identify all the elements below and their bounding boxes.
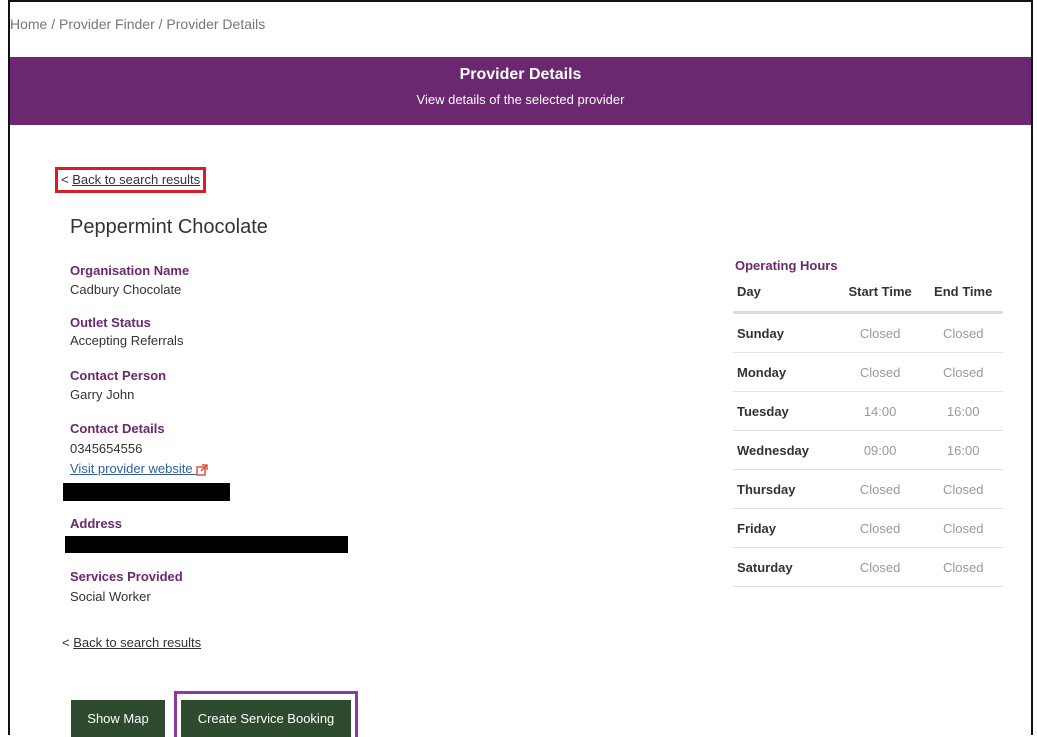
table-row: Sunday Closed Closed [733, 312, 1003, 353]
end-time-cell: Closed [923, 312, 1003, 353]
organisation-name-label: Organisation Name [70, 263, 190, 278]
day-cell: Sunday [733, 312, 837, 353]
redacted-address [65, 536, 348, 553]
breadcrumb-home[interactable]: Home [10, 16, 47, 32]
start-time-cell: 09:00 [836, 430, 924, 470]
contact-person-value: Garry John [70, 387, 135, 402]
visit-website-link[interactable]: Visit provider website [70, 461, 208, 476]
end-time-cell: 16:00 [923, 391, 1003, 431]
redacted-email [63, 483, 230, 501]
address-label: Address [70, 516, 123, 531]
operating-hours-table: Day Start Time End Time Sunday Closed Cl… [733, 276, 1003, 587]
breadcrumb-current: Provider Details [166, 16, 266, 32]
back-to-results-link-top[interactable]: < Back to search results [55, 167, 207, 193]
services-provided-value: Social Worker [70, 589, 151, 604]
table-row: Monday Closed Closed [733, 352, 1003, 392]
show-map-button[interactable]: Show Map [71, 700, 165, 737]
table-row: Friday Closed Closed [733, 508, 1003, 548]
day-cell: Friday [733, 508, 837, 548]
page-subtitle: View details of the selected provider [416, 92, 625, 107]
back-chevron: < [62, 635, 70, 650]
column-header-end-time: End Time [923, 276, 1003, 314]
create-service-booking-button[interactable]: Create Service Booking [181, 700, 351, 737]
page-title: Provider Details [459, 66, 582, 83]
day-cell: Tuesday [733, 391, 837, 431]
services-provided-label: Services Provided [70, 569, 183, 584]
contact-details-label: Contact Details [70, 421, 165, 436]
end-time-cell: 16:00 [923, 430, 1003, 470]
table-row: Saturday Closed Closed [733, 547, 1003, 587]
end-time-cell: Closed [923, 352, 1003, 392]
contact-phone: 0345654556 [70, 441, 143, 456]
start-time-cell: Closed [836, 352, 924, 392]
end-time-cell: Closed [923, 469, 1003, 509]
day-cell: Thursday [733, 469, 837, 509]
start-time-cell: Closed [836, 547, 924, 587]
back-to-results-label[interactable]: Back to search results [73, 635, 201, 650]
outlet-status-label: Outlet Status [70, 315, 151, 330]
breadcrumb: Home / Provider Finder / Provider Detail… [10, 16, 265, 32]
table-header-row: Day Start Time End Time [733, 276, 1003, 314]
end-time-cell: Closed [923, 508, 1003, 548]
contact-person-label: Contact Person [70, 368, 167, 383]
operating-hours-title: Operating Hours [735, 258, 838, 273]
back-chevron: < [61, 172, 69, 187]
external-link-icon [196, 463, 208, 476]
provider-name: Peppermint Chocolate [70, 216, 268, 238]
start-time-cell: 14:00 [836, 391, 924, 431]
end-time-cell: Closed [923, 547, 1003, 587]
table-row: Tuesday 14:00 16:00 [733, 391, 1003, 431]
breadcrumb-separator: / [51, 16, 56, 32]
table-row: Wednesday 09:00 16:00 [733, 430, 1003, 470]
column-header-day: Day [733, 276, 837, 314]
organisation-name-value: Cadbury Chocolate [70, 282, 182, 297]
day-cell: Wednesday [733, 430, 837, 470]
day-cell: Monday [733, 352, 837, 392]
page-header-banner: Provider Details View details of the sel… [10, 57, 1031, 125]
back-to-results-label[interactable]: Back to search results [72, 172, 200, 187]
breadcrumb-provider-finder[interactable]: Provider Finder [59, 16, 155, 32]
start-time-cell: Closed [836, 312, 924, 353]
visit-website-label: Visit provider website [70, 461, 193, 476]
start-time-cell: Closed [836, 469, 924, 509]
day-cell: Saturday [733, 547, 837, 587]
outlet-status-value: Accepting Referrals [70, 333, 184, 348]
table-row: Thursday Closed Closed [733, 469, 1003, 509]
page-frame: Home / Provider Finder / Provider Detail… [8, 0, 1033, 737]
start-time-cell: Closed [836, 508, 924, 548]
back-to-results-link-bottom[interactable]: < Back to search results [62, 635, 201, 650]
column-header-start-time: Start Time [836, 276, 924, 314]
breadcrumb-separator: / [158, 16, 163, 32]
